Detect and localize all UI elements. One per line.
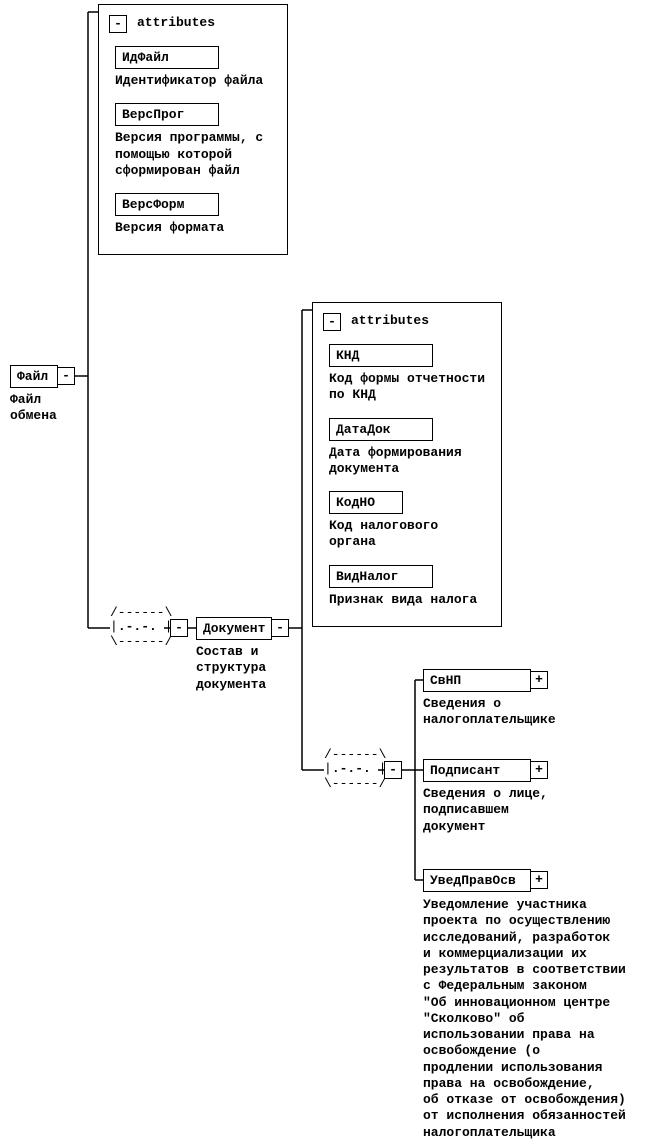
attr-datadok-name: ДатаДок xyxy=(336,422,391,437)
attr-kodno-desc: Код налогового органа xyxy=(329,518,485,551)
toggle-attributes-file[interactable]: - xyxy=(109,15,127,33)
attr-datadok: ДатаДок xyxy=(329,418,433,441)
sequence-indicator-file: /------\ |.-.-. | \------/ xyxy=(110,606,172,649)
attr-knd-name: КНД xyxy=(336,348,359,363)
toggle-sequence-document[interactable]: - xyxy=(384,761,402,779)
attr-datadok-desc: Дата формирования документа xyxy=(329,445,485,478)
node-svnp-desc: Сведения о налогоплательщике xyxy=(423,696,556,729)
toggle-podpisant[interactable]: + xyxy=(530,761,548,779)
attributes-label: attributes xyxy=(137,15,215,30)
sequence-indicator-document: /------\ |.-.-. | \------/ xyxy=(324,748,386,791)
attr-versprog-desc: Версия программы, с помощью которой сфор… xyxy=(115,130,271,179)
node-podpisant: Подписант xyxy=(423,759,531,782)
node-file-label: Файл xyxy=(17,369,48,384)
node-file-desc: Файл обмена xyxy=(10,392,57,425)
attr-idfile: ИдФайл xyxy=(115,46,219,69)
attr-vidnalog: ВидНалог xyxy=(329,565,433,588)
attr-versform-name: ВерсФорм xyxy=(122,197,184,212)
node-document-desc: Состав и структура документа xyxy=(196,644,266,693)
toggle-attributes-document[interactable]: - xyxy=(323,313,341,331)
node-document: Документ xyxy=(196,617,272,640)
attr-versprog: ВерсПрог xyxy=(115,103,219,126)
toggle-file[interactable]: - xyxy=(57,367,75,385)
attr-vidnalog-name: ВидНалог xyxy=(336,569,398,584)
toggle-document[interactable]: - xyxy=(271,619,289,637)
attr-knd-desc: Код формы отчетности по КНД xyxy=(329,371,485,404)
node-file: Файл xyxy=(10,365,58,388)
node-podpisant-desc: Сведения о лице, подписавшем документ xyxy=(423,786,548,835)
attributes-file: - attributes ИдФайл Идентификатор файла … xyxy=(98,4,288,255)
attr-vidnalog-desc: Признак вида налога xyxy=(329,592,485,608)
attributes-label-2: attributes xyxy=(351,313,429,328)
attr-idfile-desc: Идентификатор файла xyxy=(115,73,271,89)
node-uvedpravosv-desc: Уведомление участника проекта по осущест… xyxy=(423,897,643,1141)
toggle-sequence-file[interactable]: - xyxy=(170,619,188,637)
node-uvedpravosv-label: УведПравОсв xyxy=(430,873,516,888)
attributes-document: - attributes КНД Код формы отчетности по… xyxy=(312,302,502,627)
attr-kodno: КодНО xyxy=(329,491,403,514)
node-podpisant-label: Подписант xyxy=(430,763,500,778)
node-uvedpravosv: УведПравОсв xyxy=(423,869,531,892)
node-document-label: Документ xyxy=(203,621,265,636)
toggle-uvedpravosv[interactable]: + xyxy=(530,871,548,889)
node-svnp: СвНП xyxy=(423,669,531,692)
attr-idfile-name: ИдФайл xyxy=(122,50,169,65)
attr-kodno-name: КодНО xyxy=(336,495,375,510)
attr-versprog-name: ВерсПрог xyxy=(122,107,184,122)
toggle-svnp[interactable]: + xyxy=(530,671,548,689)
attr-versform-desc: Версия формата xyxy=(115,220,271,236)
node-svnp-label: СвНП xyxy=(430,673,461,688)
attr-versform: ВерсФорм xyxy=(115,193,219,216)
attr-knd: КНД xyxy=(329,344,433,367)
